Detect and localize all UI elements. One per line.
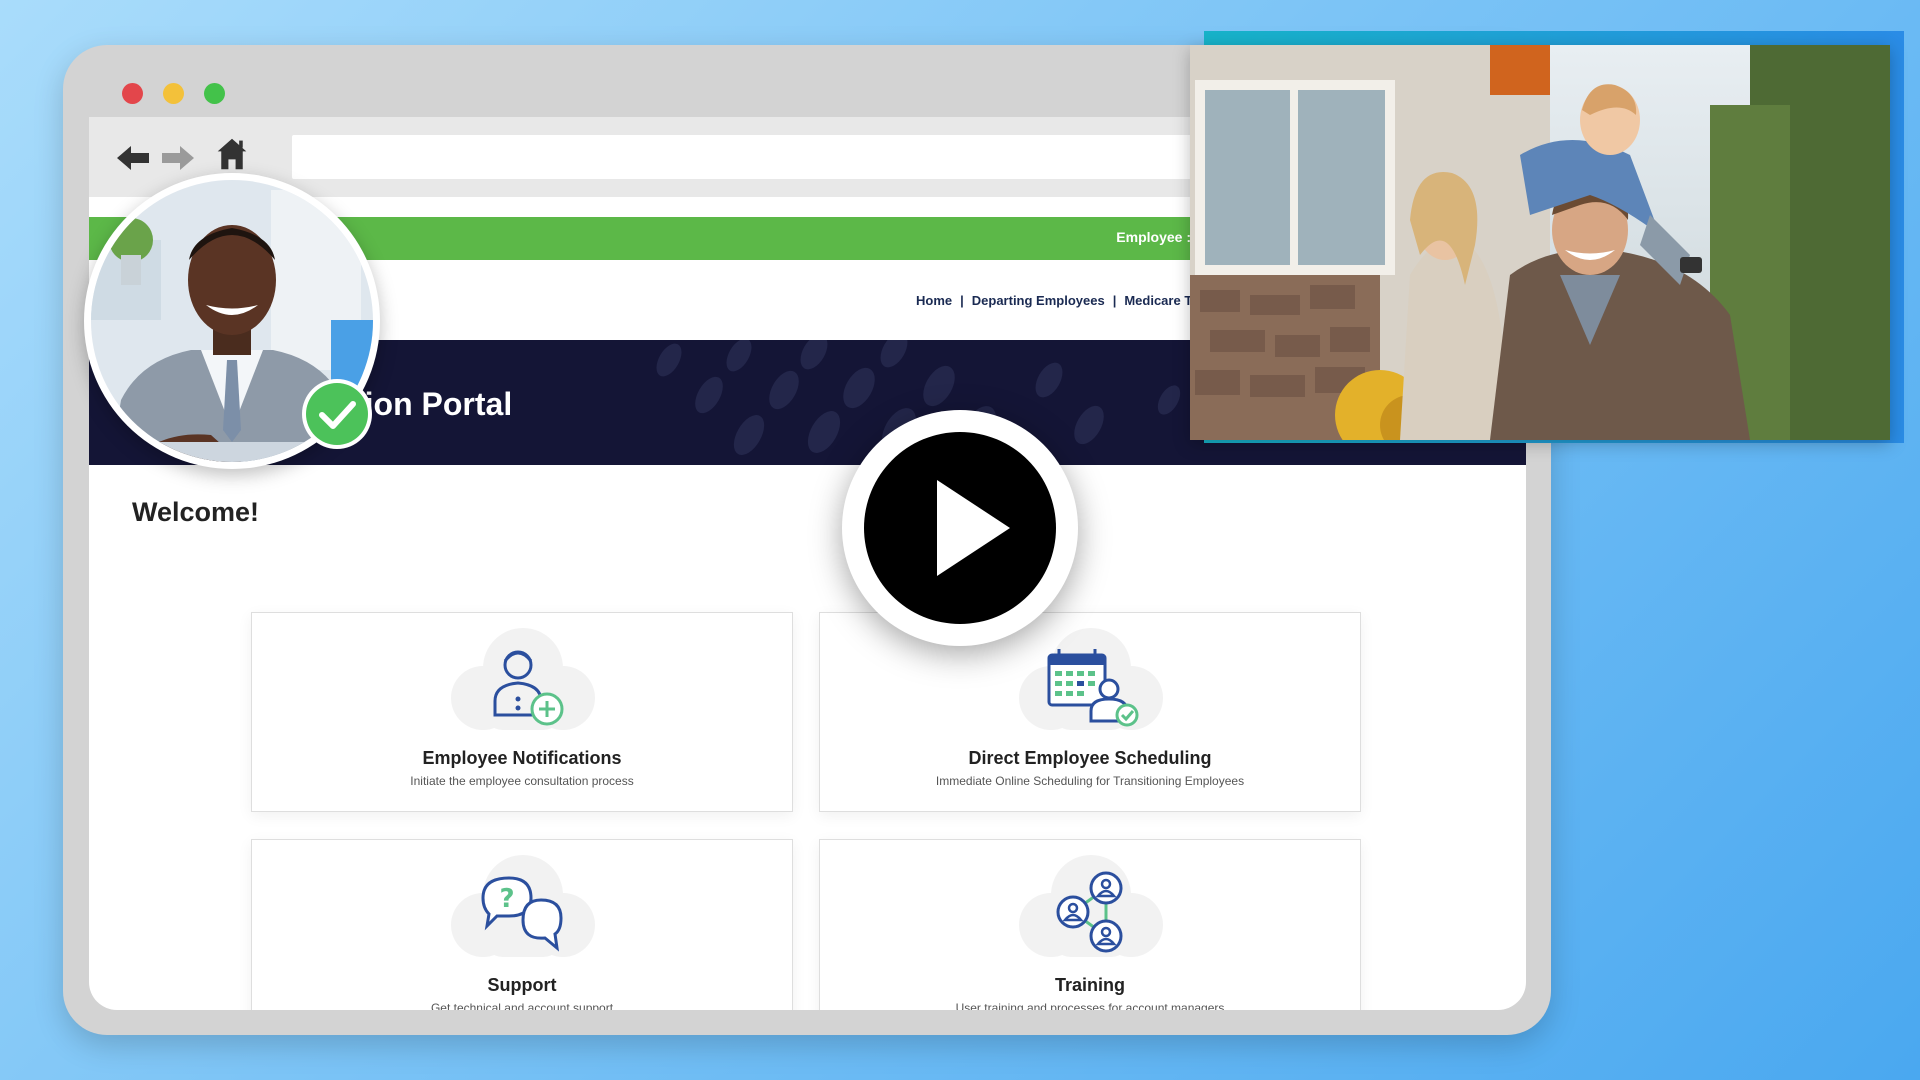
menu-medicare[interactable]: Medicare T (1124, 293, 1192, 308)
family-photo (1190, 45, 1890, 440)
card-title: Support (487, 975, 557, 995)
card-description: User training and processes for account … (955, 1001, 1225, 1010)
svg-text:?: ? (499, 884, 514, 914)
employee-add-icon (451, 628, 595, 730)
maximize-window-button[interactable] (204, 83, 225, 104)
play-icon[interactable] (840, 408, 1080, 648)
minimize-window-button[interactable] (163, 83, 184, 104)
back-arrow-icon[interactable] (115, 141, 151, 175)
menu-home[interactable]: Home (916, 293, 952, 308)
support-chat-icon: ? (451, 855, 595, 957)
employee-link[interactable]: Employee : (1116, 229, 1191, 245)
menu-departing-employees[interactable]: Departing Employees (972, 293, 1105, 308)
card-description: Initiate the employee consultation proce… (410, 774, 634, 788)
training-network-icon (1019, 855, 1163, 957)
card-title: Training (1054, 975, 1125, 995)
page-title: tion Portal (354, 386, 513, 422)
menu-separator: | (1112, 293, 1117, 308)
card-title: Direct Employee Scheduling (968, 748, 1212, 768)
menu-separator: | (960, 293, 964, 308)
welcome-heading: Welcome! (132, 497, 260, 527)
card-support[interactable]: ? Support Get technical and account supp… (251, 839, 793, 1010)
card-description: Get technical and account support (430, 1001, 614, 1010)
main-menu: Home | Departing Employees | Medicare T (916, 293, 1192, 308)
card-description: Immediate Online Scheduling for Transiti… (935, 774, 1245, 788)
card-employee-notifications[interactable]: Employee Notifications Initiate the empl… (251, 612, 793, 812)
close-window-button[interactable] (122, 83, 143, 104)
forward-arrow-icon[interactable] (160, 141, 196, 175)
verified-check-icon (302, 379, 372, 449)
card-training[interactable]: Training User training and processes for… (819, 839, 1361, 1010)
home-icon[interactable] (214, 137, 250, 171)
card-title: Employee Notifications (422, 748, 622, 768)
